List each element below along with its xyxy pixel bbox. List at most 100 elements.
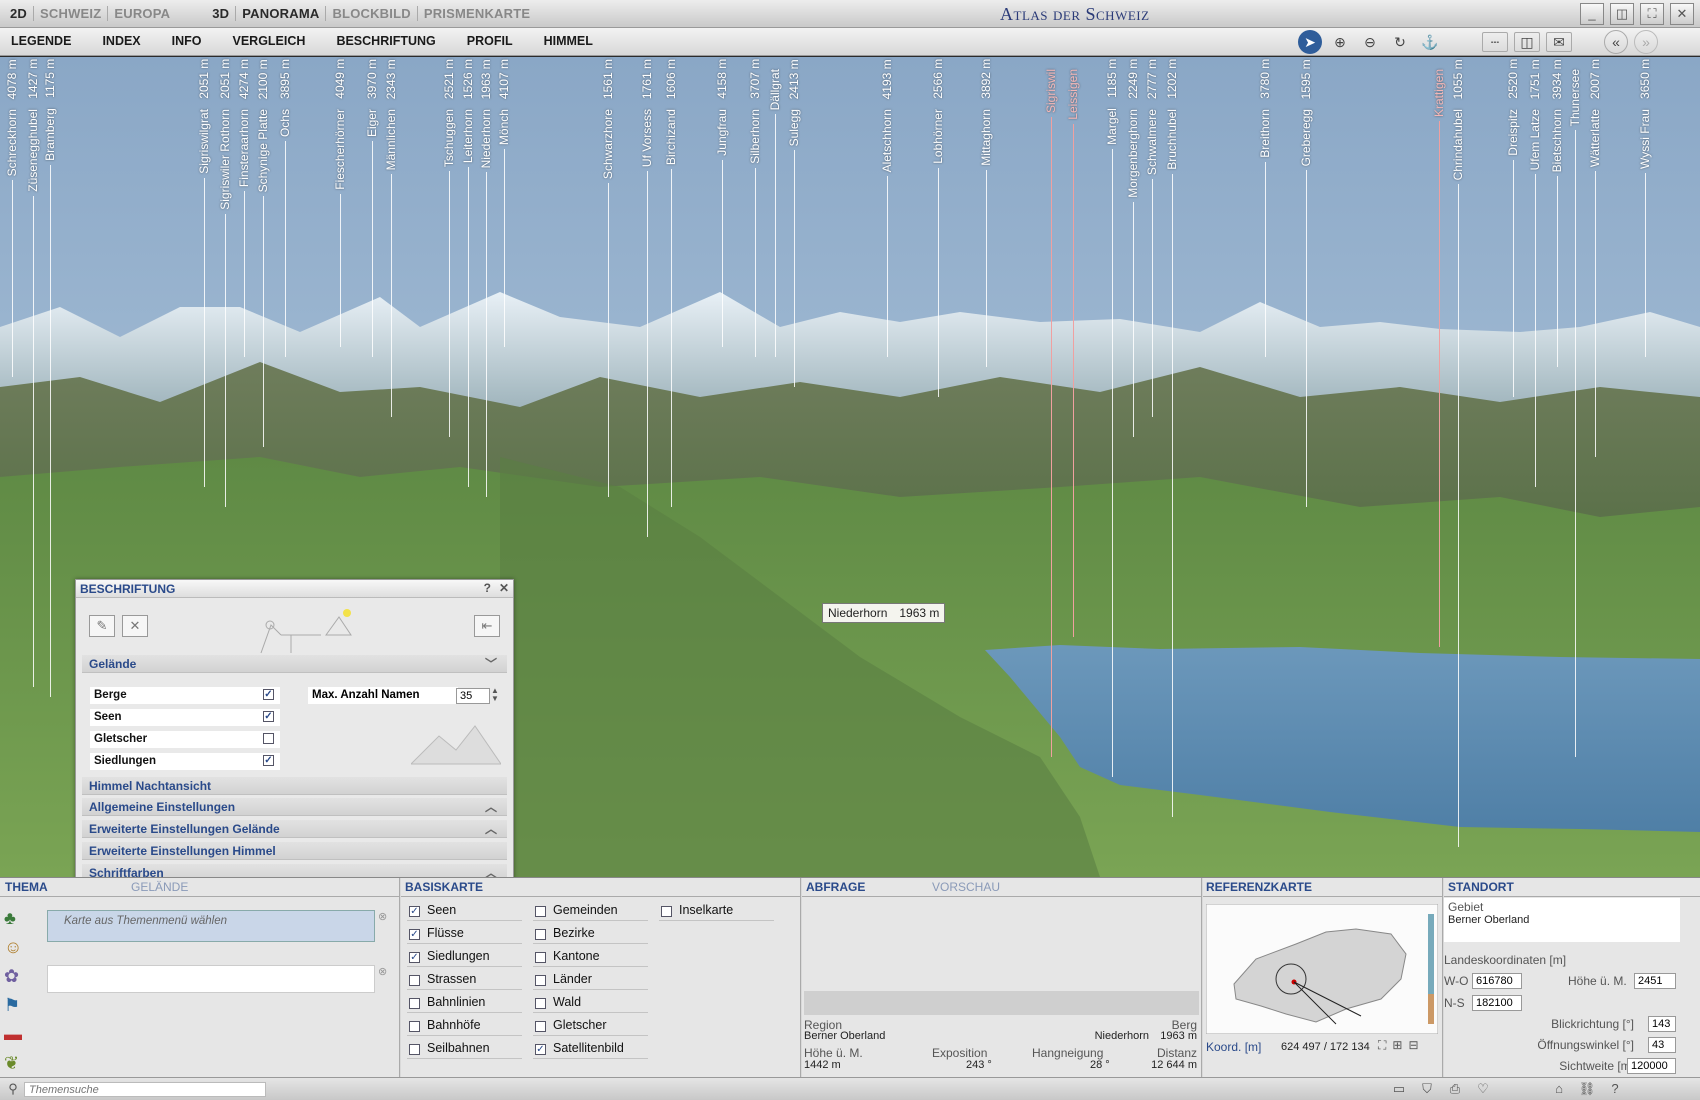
layer-seen[interactable]: ✓ Seen [407,903,522,921]
option-berge[interactable]: Berge ✓ [90,687,280,704]
clear-icon[interactable]: ✕ [122,615,148,637]
menu-item-index[interactable]: INDEX [102,34,140,48]
collapse-panel-icon[interactable]: ⇤ [474,615,500,637]
layer-kantone[interactable]: Kantone [533,949,648,967]
train-icon[interactable]: ▬ [4,1024,22,1045]
section-allgemein[interactable]: Allgemeine Einstellungen ︿ [82,798,507,816]
fullscreen-icon[interactable]: ⛶ [1640,3,1664,25]
bookmark-icon[interactable]: ⛉ [1418,1081,1436,1097]
checkbox[interactable]: ✓ [535,1044,546,1055]
map-tools-icon[interactable]: ⛶⊞⊟ [1378,1038,1425,1053]
dashed-line-icon[interactable]: ┄ [1482,32,1508,52]
favorites-icon[interactable]: ♡ [1474,1081,1492,1097]
tab-vorschau[interactable]: VORSCHAU [932,880,1000,894]
menu-item-profil[interactable]: PROFIL [467,34,513,48]
menu-item-legende[interactable]: LEGENDE [11,34,71,48]
ns-input[interactable] [1472,995,1522,1011]
layer-inselkarte[interactable]: Inselkarte [659,903,774,921]
rotate-icon[interactable]: ↻ [1388,30,1412,54]
home-icon[interactable]: ⌂ [1550,1081,1568,1097]
mode-blockbild[interactable]: BLOCKBILD [325,6,416,21]
collapse-left-icon[interactable]: « [1604,30,1628,54]
thema-select[interactable]: Karte aus Themenmenü wählen [47,910,375,942]
clear-thema-icon[interactable]: ⊗ [378,910,387,923]
mode-schweiz[interactable]: SCHWEIZ [33,6,107,21]
menu-item-himmel[interactable]: HIMMEL [544,34,593,48]
reference-map[interactable] [1206,904,1438,1034]
wo-input[interactable] [1472,973,1522,989]
oeff-input[interactable] [1648,1037,1676,1053]
split-view-icon[interactable]: ◫ [1514,32,1540,52]
max-names-input[interactable] [456,688,490,704]
layer-strassen[interactable]: Strassen [407,972,522,990]
section-himmel-nacht[interactable]: Himmel Nachtansicht [82,777,507,795]
layer-wald[interactable]: Wald [533,995,648,1013]
mode-panorama[interactable]: PANORAMA [235,6,325,21]
layer-seilbahnen[interactable]: Seilbahnen [407,1041,522,1059]
flag-icon[interactable]: ⚑ [4,995,22,1016]
pointer-icon[interactable]: ➤ [1298,30,1322,54]
checkbox[interactable]: ✓ [263,689,274,700]
option-seen[interactable]: Seen ✓ [90,709,280,726]
checkbox[interactable]: ✓ [263,755,274,766]
restore-icon[interactable]: ◫ [1610,3,1634,25]
help-button[interactable]: ? [484,581,491,595]
panel-close-icon[interactable]: ✕ [499,581,509,595]
sicht-input[interactable] [1627,1058,1676,1074]
minimize-icon[interactable]: _ [1580,3,1604,25]
folder-icon[interactable]: ▭ [1390,1081,1408,1097]
close-icon[interactable]: ✕ [1670,3,1694,25]
layer-siedlungen[interactable]: ✓ Siedlungen [407,949,522,967]
menu-item-beschriftung[interactable]: BESCHRIFTUNG [336,34,435,48]
checkbox[interactable] [535,1021,546,1032]
section-gelaende[interactable]: Gelände ﹀ [82,655,507,673]
mode-prismenkarte[interactable]: PRISMENKARTE [416,6,536,21]
section-erw-gelaende[interactable]: Erweiterte Einstellungen Gelände ︿ [82,820,507,838]
gear-icon[interactable]: ✿ [4,966,22,987]
checkbox[interactable] [409,1044,420,1055]
layer-satellitenbild[interactable]: ✓ Satellitenbild [533,1041,648,1059]
mode-2d[interactable]: 2D [10,6,33,21]
edit-icon[interactable]: ✎ [89,615,115,637]
blick-input[interactable] [1648,1016,1676,1032]
panorama-view[interactable]: Schreckhorn 4078 m Züsenegghubel 1427 m Bram… [0,57,1700,877]
tree-icon[interactable]: ♣ [4,908,22,929]
layer-länder[interactable]: Länder [533,972,648,990]
layer-gletscher[interactable]: Gletscher [533,1018,648,1036]
zoom-out-icon[interactable]: ⊖ [1358,30,1382,54]
mode-europa[interactable]: EUROPA [107,6,176,21]
themensuche-input[interactable] [24,1082,266,1097]
mode-3d[interactable]: 3D [206,6,235,21]
collapse-right-icon[interactable]: » [1634,30,1658,54]
hoehe-input[interactable] [1634,973,1676,989]
anchor-icon[interactable]: ⚓ [1418,30,1442,54]
checkbox[interactable]: ✓ [409,952,420,963]
section-schriftfarben[interactable]: Schriftfarben ︿ [82,864,507,877]
layer-bahnlinien[interactable]: Bahnlinien [407,995,522,1013]
menu-item-info[interactable]: INFO [172,34,202,48]
checkbox[interactable] [409,998,420,1009]
help-icon[interactable]: ? [1606,1081,1624,1097]
checkbox[interactable] [661,906,672,917]
people-icon[interactable]: ☺ [4,937,22,958]
link-icon[interactable]: ⛓ [1578,1081,1596,1097]
tab-gelaende[interactable]: GELÄNDE [131,880,188,894]
stepper-icon[interactable]: ▲ ▼ [491,687,499,703]
option-siedlungen[interactable]: Siedlungen ✓ [90,753,280,770]
checkbox[interactable] [535,952,546,963]
layer-gemeinden[interactable]: Gemeinden [533,903,648,921]
checkbox[interactable]: ✓ [409,929,420,940]
tab-abfrage[interactable]: ABFRAGE [806,880,865,894]
checkbox[interactable] [263,733,274,744]
checkbox[interactable] [535,975,546,986]
zoom-in-icon[interactable]: ⊕ [1328,30,1352,54]
option-gletscher[interactable]: Gletscher [90,731,280,748]
layer-bahnhöfe[interactable]: Bahnhöfe [407,1018,522,1036]
layer-bezirke[interactable]: Bezirke [533,926,648,944]
section-erw-himmel[interactable]: Erweiterte Einstellungen Himmel [82,842,507,860]
envelope-icon[interactable]: ✉ [1546,32,1572,52]
checkbox[interactable] [535,906,546,917]
checkbox[interactable] [409,1021,420,1032]
checkbox[interactable] [535,929,546,940]
checkbox[interactable] [409,975,420,986]
